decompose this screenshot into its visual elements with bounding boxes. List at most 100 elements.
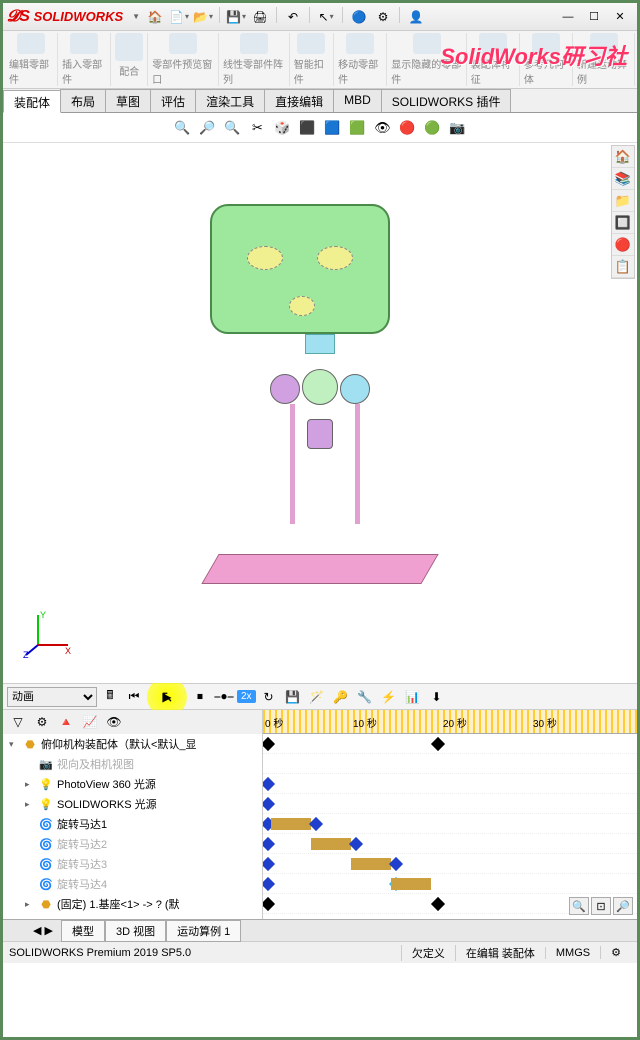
btab-motion1[interactable]: 运动算例 1 [166, 920, 241, 942]
taskpane-property-icon[interactable]: 📋 [612, 256, 634, 278]
timeline-row[interactable] [263, 854, 637, 874]
filter-selected-icon[interactable]: 👁 [103, 711, 125, 733]
status-version: SOLIDWORKS Premium 2019 SP5.0 [9, 947, 191, 959]
key-icon[interactable]: 🔑 [330, 686, 352, 708]
user-icon[interactable]: 👤 [405, 7, 427, 27]
view-settings-icon[interactable]: 👁 [372, 117, 394, 139]
wizard-icon[interactable]: 🪄 [306, 686, 328, 708]
tree-item-motor1[interactable]: 🌀旋转马达1 [3, 814, 262, 834]
tab-assembly[interactable]: 装配体 [3, 90, 61, 113]
rebuild-icon[interactable]: 🔵 [348, 7, 370, 27]
ribbon-pattern[interactable]: 线性零部件阵列 [219, 33, 290, 86]
display-style-icon[interactable]: ⬛ [297, 117, 319, 139]
tree-item-motor4[interactable]: 🌀旋转马达4 [3, 874, 262, 894]
scene-icon[interactable]: 🟩 [347, 117, 369, 139]
options-icon[interactable]: ⚙ [372, 7, 394, 27]
tree-item-view[interactable]: 📷视向及相机视图 [3, 754, 262, 774]
zoom-fit-icon[interactable]: ⊡ [591, 897, 611, 915]
home-icon[interactable]: 🏠 [144, 7, 166, 27]
appearance-icon[interactable]: 🔴 [397, 117, 419, 139]
zoom-in-icon[interactable]: 🔍 [569, 897, 589, 915]
tab-render[interactable]: 渲染工具 [195, 89, 265, 112]
new-icon[interactable]: 📄▾ [168, 7, 190, 27]
model-3d [210, 204, 430, 584]
ribbon-smart-fastener[interactable]: 智能扣件 [290, 33, 334, 86]
timeline-row[interactable] [263, 734, 637, 754]
select-icon[interactable]: ↖▾ [315, 7, 337, 27]
timeline-row[interactable] [263, 834, 637, 854]
ribbon: SolidWorks研习社 编辑零部件 插入零部件 配合 零部件预览窗口 线性零… [3, 31, 637, 89]
slider-icon[interactable]: ⎯●⎯ [213, 686, 235, 708]
timeline-row[interactable] [263, 874, 637, 894]
taskpane-view-icon[interactable]: 🔲 [612, 212, 634, 234]
filter-driving-icon[interactable]: 🔺 [55, 711, 77, 733]
timeline-row[interactable] [263, 774, 637, 794]
maximize-button[interactable]: ☐ [581, 7, 607, 27]
tab-addins[interactable]: SOLIDWORKS 插件 [381, 89, 512, 112]
taskpane-home-icon[interactable]: 🏠 [612, 146, 634, 168]
gravity-icon[interactable]: ⬇ [426, 686, 448, 708]
tree-root[interactable]: ▾⬣俯仰机构装配体（默认<默认_显 [3, 734, 262, 754]
play-start-icon[interactable]: ⏮ [123, 686, 145, 708]
zoom-out-icon[interactable]: 🔎 [613, 897, 633, 915]
calculate-icon[interactable]: 🖩 [99, 686, 121, 708]
taskpane-library-icon[interactable]: 📚 [612, 168, 634, 190]
timeline-row[interactable] [263, 754, 637, 774]
print-icon[interactable]: 🖨 [249, 7, 271, 27]
tree-item-base-part[interactable]: ▸⬣(固定) 1.基座<1> -> ? (默 [3, 894, 262, 914]
tab-sketch[interactable]: 草图 [105, 89, 151, 112]
speed-badge[interactable]: 2x [237, 690, 256, 703]
btab-3dview[interactable]: 3D 视图 [105, 920, 166, 942]
timeline-row[interactable] [263, 814, 637, 834]
tab-direct-edit[interactable]: 直接编辑 [264, 89, 334, 112]
minimize-button[interactable]: — [555, 7, 581, 27]
timeline-ruler[interactable]: 0 秒 10 秒 20 秒 30 秒 [263, 710, 637, 734]
contact-icon[interactable]: 📊 [402, 686, 424, 708]
status-units[interactable]: MMGS [545, 947, 600, 959]
tree-item-sw-light[interactable]: ▸💡SOLIDWORKS 光源 [3, 794, 262, 814]
render-region-icon[interactable]: 📷 [447, 117, 469, 139]
orient-icon[interactable]: 🎲 [272, 117, 294, 139]
ribbon-edit-component[interactable]: 编辑零部件 [5, 33, 58, 86]
tree-item-motor3[interactable]: 🌀旋转马达3 [3, 854, 262, 874]
ribbon-move[interactable]: 移动零部件 [334, 33, 387, 86]
zoom-area-icon[interactable]: 🔎 [197, 117, 219, 139]
stop-icon[interactable]: ⏹ [189, 686, 211, 708]
taskpane-appearance-icon[interactable]: 🔴 [612, 234, 634, 256]
tree-item-motor2[interactable]: 🌀旋转马达2 [3, 834, 262, 854]
timeline-row[interactable] [263, 794, 637, 814]
section-icon[interactable]: ✂ [247, 117, 269, 139]
ribbon-mate[interactable]: 配合 [111, 33, 148, 86]
taskpane-explorer-icon[interactable]: 📁 [612, 190, 634, 212]
view-triad[interactable]: YXZ [23, 610, 73, 663]
save-icon[interactable]: 💾▾ [225, 7, 247, 27]
close-button[interactable]: ✕ [607, 7, 633, 27]
logo-dropdown[interactable]: ▼ [132, 12, 140, 21]
spring-icon[interactable]: ⚡ [378, 686, 400, 708]
titlebar: 𝓓S SOLIDWORKS ▼ 🏠 📄▾ 📂▾ 💾▾ 🖨 ↶ ↖▾ 🔵 ⚙ 👤 … [3, 3, 637, 31]
save-anim-icon[interactable]: 💾 [282, 686, 304, 708]
hide-show-icon[interactable]: 🟦 [322, 117, 344, 139]
motor-icon[interactable]: 🔧 [354, 686, 376, 708]
ribbon-insert-component[interactable]: 插入零部件 [58, 33, 111, 86]
filter-component-icon[interactable]: ⚙ [31, 711, 53, 733]
zoom-prev-icon[interactable]: 🔍 [222, 117, 244, 139]
tab-mbd[interactable]: MBD [333, 89, 382, 112]
tab-layout[interactable]: 布局 [60, 89, 106, 112]
zoom-fit-icon[interactable]: 🔍 [172, 117, 194, 139]
ribbon-preview[interactable]: 零部件预览窗口 [148, 33, 219, 86]
loop-icon[interactable]: ↻ [258, 686, 280, 708]
timeline[interactable]: 0 秒 10 秒 20 秒 30 秒 🔍 ⊡ 🔎 [263, 710, 637, 919]
graphics-viewport[interactable]: 🏠 📚 📁 🔲 🔴 📋 YXZ [3, 143, 637, 683]
undo-icon[interactable]: ↶ [282, 7, 304, 27]
tab-evaluate[interactable]: 评估 [150, 89, 196, 112]
status-custom-icon[interactable]: ⚙ [600, 946, 631, 959]
filter-result-icon[interactable]: 📈 [79, 711, 101, 733]
filter-icon[interactable]: ▽ [7, 711, 29, 733]
svg-text:Z: Z [23, 650, 29, 660]
render-icon[interactable]: 🟢 [422, 117, 444, 139]
study-type-select[interactable]: 动画 [7, 687, 97, 707]
btab-model[interactable]: 模型 [61, 920, 105, 942]
open-icon[interactable]: 📂▾ [192, 7, 214, 27]
tree-item-pv360[interactable]: ▸💡PhotoView 360 光源 [3, 774, 262, 794]
